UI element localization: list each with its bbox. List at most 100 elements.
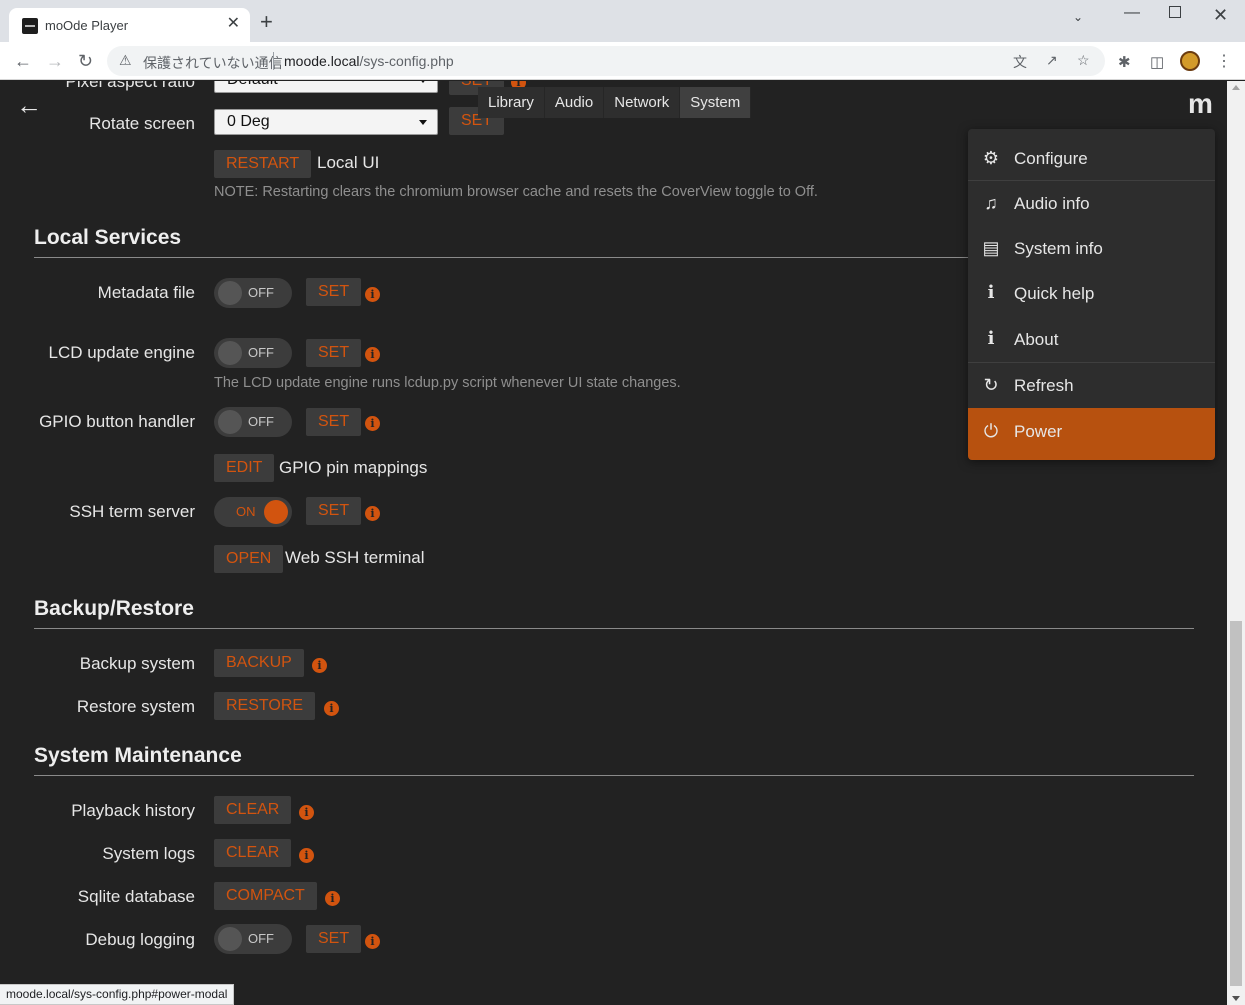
logs-info-icon[interactable]: i: [299, 848, 314, 863]
compact-button[interactable]: COMPACT: [214, 882, 317, 910]
ssh-info-icon[interactable]: i: [365, 506, 380, 521]
menu-item-label: Quick help: [1014, 284, 1095, 303]
scroll-thumb[interactable]: [1230, 621, 1242, 986]
browser-tab[interactable]: moOde Player ✕: [9, 8, 250, 42]
menu-item-label: Refresh: [1014, 376, 1074, 395]
gpio-description: GPIO pin mappings: [279, 458, 428, 477]
menu-item-system-info[interactable]: ▤ System info: [968, 226, 1215, 271]
backup-system-label: Backup system: [79, 654, 195, 673]
scroll-down-arrow-icon[interactable]: [1232, 996, 1240, 1001]
translate-icon[interactable]: 文: [1013, 52, 1027, 72]
playback-info-icon[interactable]: i: [299, 805, 314, 820]
restart-description: Local UI: [317, 153, 380, 172]
gpio-set-button[interactable]: SET: [306, 408, 362, 436]
browser-forward-icon[interactable]: →: [46, 51, 64, 71]
lcd-update-toggle[interactable]: OFF: [214, 338, 292, 368]
toggle-knob: [218, 341, 242, 365]
bookmark-star-icon[interactable]: ☆: [1077, 52, 1090, 69]
tab-search-icon[interactable]: ⌄: [1073, 10, 1083, 24]
rotate-screen-select[interactable]: 0 Deg: [214, 109, 438, 135]
debug-info-icon[interactable]: i: [365, 934, 380, 949]
scroll-up-arrow-icon[interactable]: [1232, 85, 1240, 90]
page-viewport: Pixel aspect ratio Default SET i ← m Rot…: [0, 81, 1226, 1005]
restart-note: NOTE: Restarting clears the chromium bro…: [214, 184, 818, 200]
menu-item-power[interactable]: ⏻ Power: [968, 408, 1215, 460]
ssh-set-button[interactable]: SET: [306, 497, 362, 525]
info-icon: i: [987, 282, 995, 303]
metadata-set-button[interactable]: SET: [306, 278, 362, 306]
restore-button[interactable]: RESTORE: [214, 692, 316, 720]
profile-avatar[interactable]: [1180, 51, 1200, 71]
minimize-icon[interactable]: —: [1124, 4, 1140, 22]
browser-back-icon[interactable]: ←: [14, 51, 32, 71]
power-icon: ⏻: [983, 421, 999, 441]
debug-logging-toggle[interactable]: OFF: [214, 924, 292, 954]
gear-icon: ⚙: [982, 148, 1000, 168]
page-scrollbar[interactable]: [1227, 81, 1245, 1005]
toggle-state: OFF: [248, 345, 274, 360]
browser-menu-icon[interactable]: ⋮: [1216, 51, 1232, 71]
pixel-aspect-select[interactable]: Default: [214, 81, 438, 93]
metadata-file-label: Metadata file: [97, 283, 195, 302]
share-icon[interactable]: ↗: [1046, 52, 1058, 69]
address-bar[interactable]: ⚠ 保護されていない通信 moode.local/sys-config.php …: [107, 46, 1105, 76]
ssh-server-toggle[interactable]: ON: [214, 497, 292, 527]
maximize-icon[interactable]: [1169, 6, 1181, 18]
menu-item-label: Configure: [1014, 149, 1088, 168]
side-panel-icon[interactable]: ◫: [1150, 53, 1164, 71]
not-secure-label: 保護されていない通信: [143, 55, 283, 71]
maintenance-divider: [34, 775, 1194, 776]
moode-logo[interactable]: m: [1188, 89, 1213, 119]
browser-titlebar: moOde Player ✕ + ⌄ — ✕: [0, 0, 1245, 42]
menu-item-refresh[interactable]: ↻ Refresh: [968, 363, 1215, 408]
browser-reload-icon[interactable]: ↻: [78, 51, 93, 71]
backup-divider: [34, 628, 1194, 629]
toggle-knob: [264, 500, 288, 524]
new-tab-button[interactable]: +: [260, 11, 273, 33]
metadata-info-icon[interactable]: i: [365, 287, 380, 302]
menu-item-audio-info[interactable]: ♫ Audio info: [968, 181, 1215, 226]
clear-logs-button[interactable]: CLEAR: [214, 839, 292, 867]
tab-network[interactable]: Network: [604, 87, 681, 118]
warning-icon[interactable]: ⚠: [119, 52, 132, 69]
lcd-info-icon[interactable]: i: [365, 347, 380, 362]
ssh-description: Web SSH terminal: [285, 548, 425, 567]
ssh-open-button[interactable]: OPEN: [214, 545, 284, 573]
restore-info-icon[interactable]: i: [324, 701, 339, 716]
system-maintenance-heading: System Maintenance: [34, 744, 242, 767]
playback-history-label: Playback history: [71, 801, 195, 820]
tab-system[interactable]: System: [680, 87, 752, 118]
menu-item-label: Power: [1014, 422, 1063, 441]
restore-system-label: Restore system: [76, 697, 195, 716]
tab-audio[interactable]: Audio: [545, 87, 605, 118]
url-text[interactable]: moode.local/sys-config.php: [284, 53, 454, 69]
backup-info-icon[interactable]: i: [312, 658, 327, 673]
extensions-icon[interactable]: ✱: [1118, 53, 1131, 71]
menu-item-quick-help[interactable]: i Quick help: [968, 271, 1215, 316]
metadata-file-toggle[interactable]: OFF: [214, 278, 292, 308]
sqlite-database-label: Sqlite database: [77, 887, 195, 906]
gpio-info-icon[interactable]: i: [365, 416, 380, 431]
status-bar-url: moode.local/sys-config.php#power-modal: [0, 984, 235, 1005]
debug-set-button[interactable]: SET: [306, 925, 362, 953]
lcd-update-label: LCD update engine: [48, 343, 195, 362]
tab-close-icon[interactable]: ✕: [227, 15, 240, 33]
menu-item-about[interactable]: i About: [968, 317, 1215, 362]
debug-logging-label: Debug logging: [85, 930, 195, 949]
sqlite-info-icon[interactable]: i: [325, 891, 340, 906]
music-note-icon: ♫: [984, 193, 998, 213]
toggle-state: OFF: [248, 414, 274, 429]
clear-playback-button[interactable]: CLEAR: [214, 796, 292, 824]
tab-library[interactable]: Library: [478, 87, 545, 118]
gpio-edit-button[interactable]: EDIT: [214, 454, 275, 482]
back-arrow-icon[interactable]: ←: [16, 92, 42, 118]
menu-item-label: System info: [1014, 239, 1103, 258]
lcd-set-button[interactable]: SET: [306, 339, 362, 367]
browser-toolbar: ← → ↻ ⚠ 保護されていない通信 moode.local/sys-confi…: [0, 42, 1245, 80]
backup-button[interactable]: BACKUP: [214, 649, 304, 677]
window-close-icon[interactable]: ✕: [1213, 5, 1228, 26]
toggle-knob: [218, 927, 242, 951]
menu-item-configure[interactable]: ⚙ Configure: [968, 136, 1215, 181]
restart-button[interactable]: RESTART: [214, 150, 312, 178]
gpio-handler-toggle[interactable]: OFF: [214, 407, 292, 437]
